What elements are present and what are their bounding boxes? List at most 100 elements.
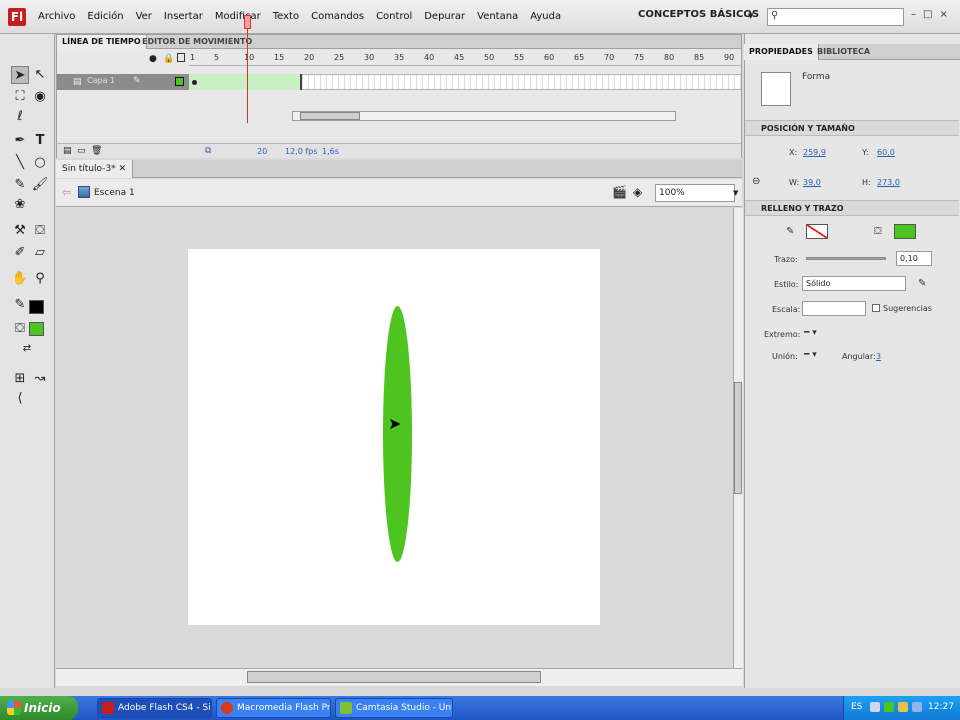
text-tool-icon[interactable]: T (31, 132, 49, 150)
search-input[interactable] (767, 8, 904, 26)
tray-app-icon[interactable] (870, 702, 880, 712)
tab-motion-editor[interactable]: EDITOR DE MOVIMIENTO (137, 35, 257, 49)
pencil-icon: ✎ (133, 76, 141, 86)
properties-tabs: PROPIEDADES BIBLIOTECA (744, 44, 960, 60)
frame-ruler[interactable]: 1 5 10 15 20 25 30 35 40 45 50 55 60 65 70 75 80 85 90 (189, 50, 741, 66)
oval-tool-icon[interactable]: ○ (31, 154, 49, 172)
menu-edicion[interactable]: Edición (81, 9, 129, 25)
menu-modificar[interactable]: Modificar (209, 9, 267, 25)
pen-tool-icon[interactable]: ✒ (11, 132, 29, 150)
y-value[interactable]: 60,0 (877, 148, 895, 157)
current-frame[interactable]: 20 (257, 147, 267, 156)
tray-network-icon[interactable] (884, 702, 894, 712)
tray-volume-icon[interactable] (898, 702, 908, 712)
bone-tool-icon[interactable]: ⚒ (11, 222, 29, 240)
vertical-scroll-thumb[interactable] (734, 382, 742, 494)
section-position-size[interactable]: POSICIÓN Y TAMAÑO (745, 120, 959, 136)
menu-ayuda[interactable]: Ayuda (524, 9, 567, 25)
fill-color-swatch[interactable] (29, 322, 44, 336)
new-folder-icon[interactable]: ▭ (77, 146, 86, 156)
horizontal-scroll-thumb[interactable] (247, 671, 541, 683)
subselection-tool-icon[interactable]: ↖ (31, 66, 49, 84)
hand-tool-icon[interactable]: ✋ (11, 270, 29, 288)
tray-monitor-icon[interactable] (912, 702, 922, 712)
edit-symbols-icon[interactable]: ◈ (633, 185, 642, 199)
keyframe-span[interactable] (189, 74, 302, 90)
menu-ventana[interactable]: Ventana (471, 9, 524, 25)
maximize-button[interactable]: □ (923, 9, 932, 20)
menu-ver[interactable]: Ver (130, 9, 158, 25)
eraser-tool-icon[interactable]: ▱ (31, 244, 49, 262)
close-tab-icon[interactable]: ✕ (119, 164, 127, 174)
taskbar-item-flash-cs4[interactable]: Adobe Flash CS4 - Si... (97, 698, 212, 718)
zoom-select[interactable]: 100% (655, 184, 735, 202)
workspace-switcher[interactable]: CONCEPTOS BÁSICOS (638, 9, 759, 20)
paint-bucket-tool-icon[interactable]: ⛋ (31, 222, 49, 240)
deco-tool-icon[interactable]: ❀ (11, 196, 29, 214)
line-tool-icon[interactable]: ╲ (11, 154, 29, 172)
menu-comandos[interactable]: Comandos (305, 9, 370, 25)
menu-archivo[interactable]: Archivo (32, 9, 81, 25)
minimize-button[interactable]: – (911, 9, 916, 20)
pencil-tool-icon[interactable]: ✎ (11, 176, 29, 194)
scene-breadcrumb[interactable]: Escena 1 (94, 188, 135, 198)
snap-magnet-icon[interactable]: ⊞ (11, 370, 29, 388)
menu-depurar[interactable]: Depurar (418, 9, 471, 25)
tab-library[interactable]: BIBLIOTECA (812, 44, 875, 60)
shape-thumbnail-icon (761, 72, 791, 106)
green-oval-shape[interactable] (383, 306, 412, 562)
playhead[interactable] (247, 15, 248, 123)
edit-scene-icon[interactable]: 🎬 (612, 185, 627, 199)
free-transform-tool-icon[interactable]: ⛶ (11, 88, 29, 106)
timeline-scroll-thumb[interactable] (300, 112, 360, 120)
back-arrow-icon[interactable]: ⇦ (62, 186, 71, 199)
style-select[interactable]: Sólido (802, 276, 906, 291)
brush-tool-icon[interactable]: 🖌 (31, 176, 49, 194)
section-fill-stroke[interactable]: RELLENO Y TRAZO (745, 200, 959, 216)
menu-texto[interactable]: Texto (267, 9, 305, 25)
tab-timeline[interactable]: LÍNEA DE TIEMPO (57, 35, 147, 49)
swap-colors-icon[interactable]: ⇄ (18, 340, 36, 358)
taskbar-item-camtasia[interactable]: Camtasia Studio - Unt... (335, 698, 453, 718)
hints-checkbox[interactable] (872, 304, 880, 312)
x-value[interactable]: 259,9 (803, 148, 826, 157)
cap-select[interactable]: ━ ▾ (804, 328, 817, 338)
chevron-down-icon[interactable]: ▼ (733, 184, 743, 202)
3d-rotation-tool-icon[interactable]: ◉ (31, 88, 49, 106)
lock-proportions-icon[interactable]: ⊖ (752, 176, 760, 187)
playhead-handle[interactable] (244, 15, 251, 29)
selection-tool-icon[interactable]: ➤ (11, 66, 29, 84)
eyedropper-tool-icon[interactable]: ✐ (11, 244, 29, 262)
taskbar-item-macromedia-flash[interactable]: Macromedia Flash Pro... (216, 698, 331, 718)
tab-properties[interactable]: PROPIEDADES (744, 44, 819, 60)
lock-icon[interactable]: 🔒 (163, 54, 174, 64)
lasso-tool-icon[interactable]: ℓ (11, 108, 29, 126)
eye-icon[interactable]: ● (149, 54, 157, 64)
angle-value[interactable]: 3 (876, 352, 881, 361)
layer-color-icon[interactable] (175, 77, 184, 86)
stroke-color-none-swatch[interactable] (806, 224, 828, 239)
menu-control[interactable]: Control (370, 9, 418, 25)
onion-skin-icon[interactable]: ⧉ (205, 146, 211, 156)
h-value[interactable]: 273,0 (877, 178, 900, 187)
frame-rate[interactable]: 12,0 fps (285, 147, 317, 156)
scale-select[interactable] (802, 301, 866, 316)
stroke-slider[interactable] (806, 257, 886, 260)
fill-color-value-swatch[interactable] (894, 224, 916, 239)
w-value[interactable]: 39,0 (803, 178, 821, 187)
stroke-color-swatch[interactable] (29, 300, 44, 314)
smooth-icon[interactable]: ↝ (31, 370, 49, 388)
edit-stroke-style-icon[interactable]: ✎ (918, 278, 926, 289)
chevron-down-icon[interactable]: ▼ (748, 12, 753, 20)
language-indicator[interactable]: ES (851, 702, 862, 712)
new-layer-icon[interactable]: ▤ (63, 146, 72, 156)
straighten-icon[interactable]: ⟨ (11, 390, 29, 408)
outline-icon[interactable] (177, 53, 185, 62)
zoom-tool-icon[interactable]: ⚲ (31, 270, 49, 288)
close-button[interactable]: × (939, 9, 947, 20)
stroke-width-input[interactable]: 0,10 (896, 251, 932, 266)
join-select[interactable]: ━ ▾ (804, 350, 817, 360)
tab-document[interactable]: Sin título-3* ✕ (56, 160, 134, 178)
menu-insertar[interactable]: Insertar (158, 9, 209, 25)
delete-layer-icon[interactable]: 🗑 (91, 146, 102, 156)
